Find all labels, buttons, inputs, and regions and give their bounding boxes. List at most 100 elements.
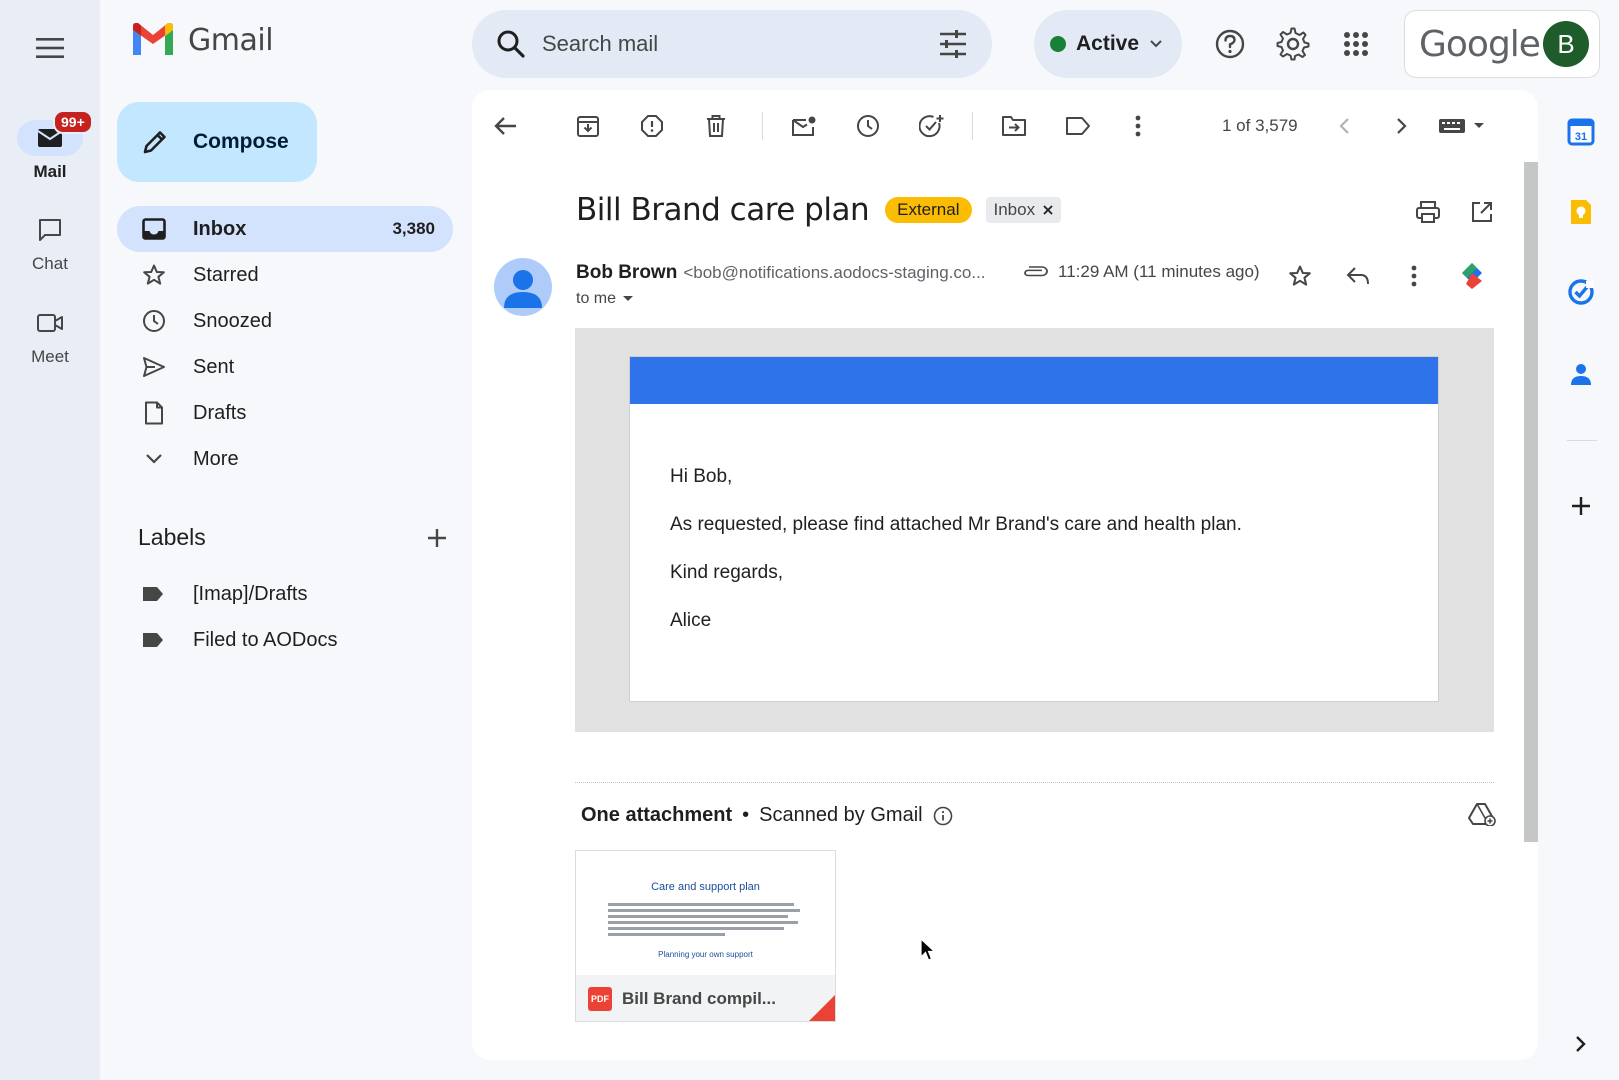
nav-item-snoozed[interactable]: Snoozed [117,298,453,344]
delete-button[interactable] [696,106,736,146]
filter-options-icon[interactable] [938,30,968,58]
scanned-label: Scanned by Gmail [759,804,923,826]
nav-item-sent[interactable]: Sent [117,344,453,390]
older-button[interactable] [1382,106,1422,146]
inbox-icon [142,218,166,240]
save-all-to-drive-button[interactable] [1462,794,1502,834]
folder-nav: Inbox 3,380 Starred Snoozed Sent Drafts … [117,206,453,482]
sender-avatar[interactable] [494,258,552,316]
rail-chat[interactable]: Chat [0,212,100,274]
search-icon[interactable] [496,29,526,59]
more-vert-icon [1411,265,1417,287]
rail-label: Chat [32,254,68,273]
label-item-imap-drafts[interactable]: [Imap]/Drafts [141,574,307,614]
email-header-band [630,357,1438,404]
move-to-button[interactable] [994,106,1034,146]
recipients-toggle[interactable]: to me [576,290,634,308]
chevron-right-icon [1397,118,1407,134]
nav-item-inbox[interactable]: Inbox 3,380 [117,206,453,252]
subject-row: Bill Brand care plan External Inbox [576,192,1062,228]
report-spam-button[interactable] [632,106,672,146]
avatar: B [1543,21,1589,67]
nav-label: Inbox [193,217,247,240]
mouse-pointer [920,938,936,962]
gmail-logo[interactable]: Gmail [130,22,274,58]
aodocs-addon-button[interactable] [1452,256,1492,296]
mark-unread-button[interactable] [784,106,824,146]
archive-icon [577,116,599,137]
calendar-addon[interactable]: 31 [1561,112,1601,152]
tasks-addon[interactable] [1561,272,1601,312]
inbox-count: 3,380 [392,219,435,238]
search-bar[interactable]: Search mail [472,10,992,78]
pdf-icon: PDF [588,987,612,1011]
nav-item-drafts[interactable]: Drafts [117,390,453,436]
status-selector[interactable]: Active [1034,10,1182,78]
snooze-button[interactable] [848,106,888,146]
chat-icon [39,219,61,241]
contacts-addon[interactable] [1561,354,1601,394]
info-icon[interactable] [933,806,953,826]
apps-button[interactable] [1334,22,1378,66]
more-actions-button[interactable] [1118,106,1158,146]
aodocs-logo-icon [1462,263,1482,289]
print-button[interactable] [1408,192,1448,232]
support-button[interactable] [1208,22,1252,66]
email-subject: Bill Brand care plan [576,192,870,228]
compose-button[interactable]: Compose [117,102,317,182]
star-button[interactable] [1280,256,1320,296]
add-to-tasks-button[interactable] [912,106,952,146]
nav-item-starred[interactable]: Starred [117,252,453,298]
back-button[interactable] [486,106,526,146]
more-vert-icon [1135,115,1141,137]
add-to-drive-icon [1468,803,1496,826]
scrollbar[interactable] [1524,162,1538,842]
tasks-icon [1568,279,1594,305]
close-icon[interactable] [1043,205,1053,215]
attachment-footer: PDF Bill Brand compil... [576,975,835,1021]
unread-badge: 99+ [53,110,93,134]
star-icon [143,264,165,285]
reply-button[interactable] [1338,256,1378,296]
input-tools-button[interactable] [1434,106,1494,146]
print-icon [1416,201,1440,223]
get-addons-button[interactable] [1561,486,1601,526]
main-menu-button[interactable] [26,24,74,72]
preview-title: Care and support plan [651,881,760,893]
archive-button[interactable] [568,106,608,146]
sender-name[interactable]: Bob Brown [576,262,677,284]
add-task-icon [919,115,944,138]
label-tag-icon [143,587,163,601]
open-in-new-window-button[interactable] [1462,192,1502,232]
keep-icon [1571,200,1591,224]
inbox-label-chip[interactable]: Inbox [985,197,1062,223]
rail-meet[interactable]: Meet [0,305,100,367]
nav-item-more[interactable]: More [117,436,453,482]
add-label-icon[interactable] [426,527,448,549]
show-side-panel-button[interactable] [1561,1024,1601,1064]
keep-addon[interactable] [1561,192,1601,232]
account-button[interactable]: Google B [1404,10,1600,78]
attachment-card[interactable]: Care and support plan Planning your own … [575,850,836,1022]
external-badge: External [885,197,972,223]
chevron-down-icon [146,454,162,464]
search-input[interactable]: Search mail [542,31,938,57]
plus-icon [1572,497,1590,515]
labels-button[interactable] [1058,106,1098,146]
pagination-label: 1 of 3,579 [1222,116,1298,135]
label-icon [1066,117,1090,135]
sender-email: <bob@notifications.aodocs-staging.co... [683,263,986,282]
settings-button[interactable] [1271,22,1315,66]
nav-label: Drafts [193,401,247,424]
chevron-down-icon [1150,40,1162,48]
attachments-divider [575,782,1494,783]
label-item-filed-to-aodocs[interactable]: Filed to AODocs [141,620,338,660]
message-more-button[interactable] [1394,256,1434,296]
apps-grid-icon [1344,32,1368,56]
status-label: Active [1076,32,1140,55]
newer-button[interactable] [1324,106,1364,146]
preview-text-lines [607,903,804,936]
rail-mail[interactable]: 99+ Mail [0,110,100,182]
body-paragraph: As requested, please find attached Mr Br… [670,514,1242,535]
nav-label: Sent [193,355,235,378]
